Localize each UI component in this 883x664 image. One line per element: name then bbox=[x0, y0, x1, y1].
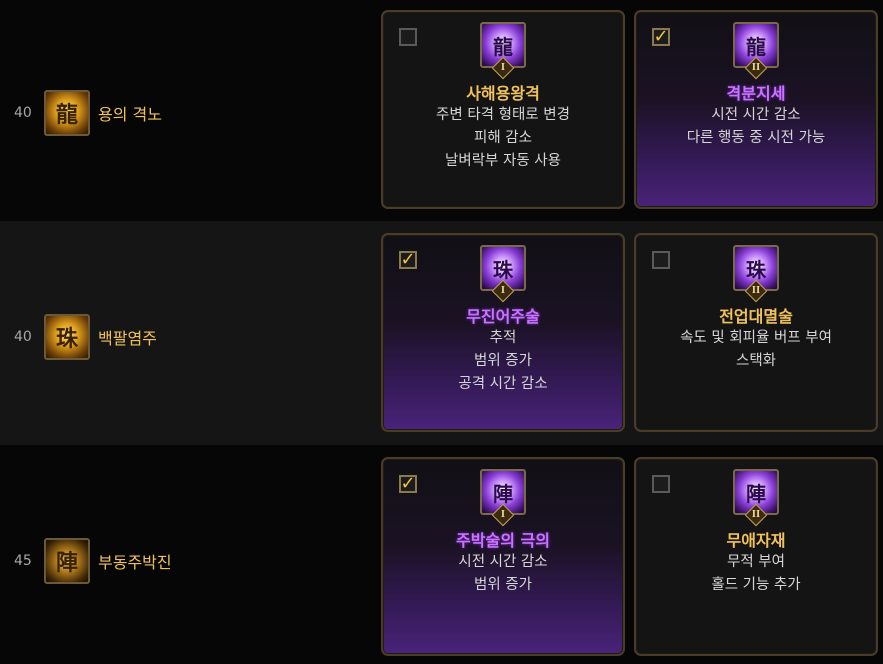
talent-description: 무적 부여 홀드 기능 추가 bbox=[711, 554, 801, 593]
talent-description: 추적 범위 증가 공격 시간 감소 bbox=[458, 330, 548, 392]
talent-card-mujineojusul[interactable]: ✓ 珠 I 무진어주술 추적 범위 증가 공격 시간 감소 bbox=[381, 233, 625, 432]
skill-row-3: 45 陣 부동주박진 ✓ 陣 I 주박술의 극의 시전 시간 감소 범위 증가 … bbox=[0, 445, 883, 664]
talent-name: 무진어주술 bbox=[466, 307, 540, 326]
skill-row-1: 40 龍 용의 격노 龍 I 사해용왕격 주변 타격 형태로 변경 피해 감소 … bbox=[0, 0, 883, 221]
golden-seal-icon: 陣 bbox=[44, 538, 90, 584]
golden-beads-icon: 珠 bbox=[44, 314, 90, 360]
talent-card-sahaeyongwanggyeok[interactable]: 龍 I 사해용왕격 주변 타격 형태로 변경 피해 감소 날벼락부 자동 사용 bbox=[381, 10, 625, 209]
talent-checkbox-checked[interactable]: ✓ bbox=[399, 251, 417, 269]
rank-badge: II bbox=[744, 56, 768, 80]
rank-badge: I bbox=[491, 503, 515, 527]
talent-card-muaejajae[interactable]: 陣 II 무애자재 무적 부여 홀드 기능 추가 bbox=[634, 457, 878, 656]
skill-level: 45 bbox=[14, 553, 32, 569]
skill-name: 부동주박진 bbox=[98, 553, 172, 572]
skill-level: 40 bbox=[14, 329, 32, 345]
talent-name: 전업대멸술 bbox=[719, 307, 793, 326]
talent-name: 사해용왕격 bbox=[466, 84, 540, 103]
golden-dragon-icon: 龍 bbox=[44, 90, 90, 136]
skill-row-2: 40 珠 백팔염주 ✓ 珠 I 무진어주술 추적 범위 증가 공격 시간 감소 … bbox=[0, 221, 883, 445]
talent-checkbox[interactable] bbox=[652, 251, 670, 269]
base-skill: 40 龍 용의 격노 bbox=[14, 90, 162, 136]
talent-card-gyeokbunjise[interactable]: ✓ 龍 II 격분지세 시전 시간 감소 다른 행동 중 시전 가능 bbox=[634, 10, 878, 209]
rank-badge: I bbox=[491, 56, 515, 80]
purple-seal-icon: 陣 I bbox=[480, 469, 526, 527]
skill-name: 용의 격노 bbox=[98, 105, 162, 124]
purple-dragon-icon: 龍 II bbox=[733, 22, 779, 80]
purple-seal-icon: 陣 II bbox=[733, 469, 779, 527]
talent-checkbox-checked[interactable]: ✓ bbox=[652, 28, 670, 46]
rank-badge: I bbox=[491, 279, 515, 303]
talent-description: 시전 시간 감소 범위 증가 bbox=[458, 554, 548, 593]
skill-name: 백팔염주 bbox=[98, 329, 157, 348]
rank-badge: II bbox=[744, 503, 768, 527]
talent-description: 주변 타격 형태로 변경 피해 감소 날벼락부 자동 사용 bbox=[436, 107, 570, 169]
purple-beads-icon: 珠 II bbox=[733, 245, 779, 303]
talent-name: 무애자재 bbox=[726, 531, 786, 550]
talent-checkbox-checked[interactable]: ✓ bbox=[399, 475, 417, 493]
base-skill: 40 珠 백팔염주 bbox=[14, 314, 157, 360]
base-skill: 45 陣 부동주박진 bbox=[14, 538, 172, 584]
talent-name: 주박술의 극의 bbox=[456, 531, 550, 550]
talent-checkbox[interactable] bbox=[652, 475, 670, 493]
purple-dragon-icon: 龍 I bbox=[480, 22, 526, 80]
rank-badge: II bbox=[744, 279, 768, 303]
skill-level: 40 bbox=[14, 105, 32, 121]
talent-description: 시전 시간 감소 다른 행동 중 시전 가능 bbox=[686, 107, 826, 146]
talent-checkbox[interactable] bbox=[399, 28, 417, 46]
talent-description: 속도 및 회피율 버프 부여 스택화 bbox=[680, 330, 832, 369]
talent-name: 격분지세 bbox=[726, 84, 786, 103]
talent-card-jeoneopdaemyeolsul[interactable]: 珠 II 전업대멸술 속도 및 회피율 버프 부여 스택화 bbox=[634, 233, 878, 432]
purple-beads-icon: 珠 I bbox=[480, 245, 526, 303]
talent-card-jubaksurui-geugui[interactable]: ✓ 陣 I 주박술의 극의 시전 시간 감소 범위 증가 bbox=[381, 457, 625, 656]
